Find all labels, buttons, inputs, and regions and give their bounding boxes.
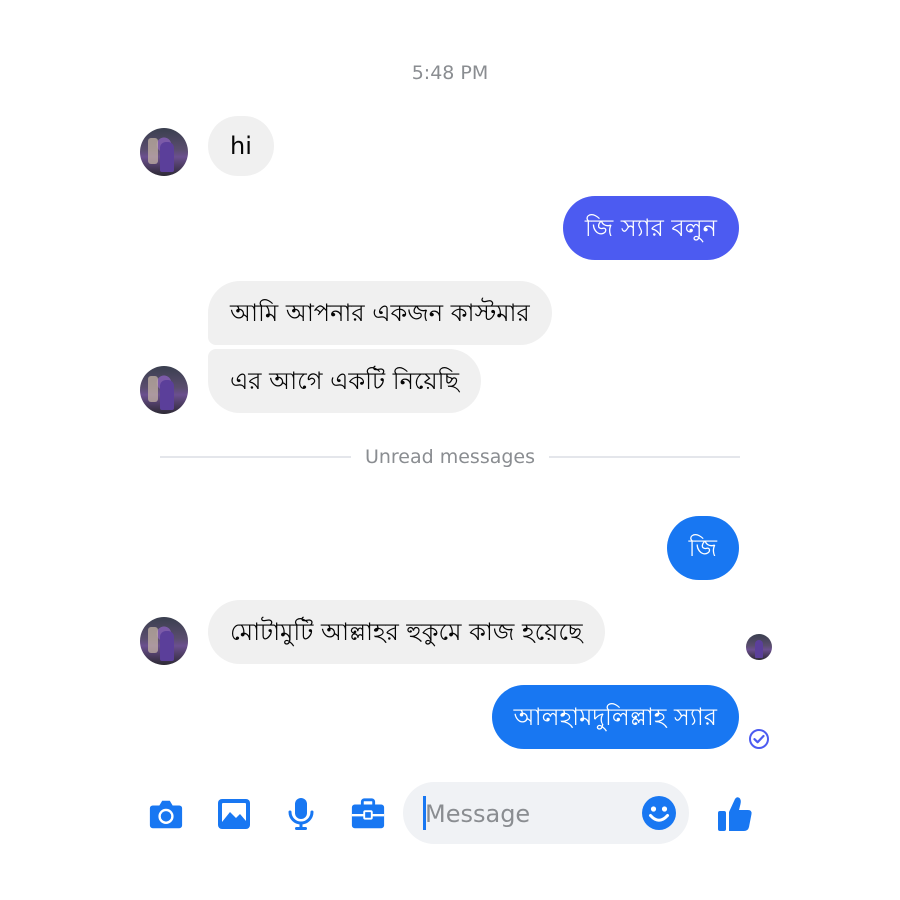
like-button[interactable] [715,794,755,834]
avatar[interactable] [140,128,188,176]
message-bubble-outgoing[interactable]: জি [666,516,739,580]
camera-button[interactable] [148,796,184,832]
chat-screen: 5:48 PM hi জি স্যার বলুন আমি আপনার একজন … [0,0,900,900]
camera-icon [149,800,183,829]
unread-divider: Unread messages [160,445,740,469]
message-bubble-incoming[interactable]: এর আগে একটি নিয়েছি [208,349,482,413]
message-input-container[interactable] [403,782,689,844]
message-input[interactable] [423,794,637,834]
read-receipt-avatar [746,634,772,660]
message-bubble-incoming[interactable]: আমি আপনার একজন কাস্টমার [208,281,552,345]
microphone-button[interactable] [283,796,319,832]
gallery-button[interactable] [216,796,252,832]
image-icon [218,799,250,829]
microphone-icon [288,798,314,830]
briefcase-icon [351,798,385,829]
avatar[interactable] [140,617,188,665]
timestamp: 5:48 PM [411,62,489,84]
message-bubble-incoming[interactable]: hi [208,116,274,176]
check-circle-icon [749,729,769,749]
avatar[interactable] [140,366,188,414]
message-bubble-outgoing[interactable]: জি স্যার বলুন [562,196,739,260]
more-tools-button[interactable] [350,796,386,832]
composer-bar [0,782,900,846]
unread-label: Unread messages [350,446,550,468]
smiley-icon[interactable] [641,795,677,831]
thumbs-up-icon [718,797,752,831]
message-bubble-incoming[interactable]: মোটামুটি আল্লাহর হুকুমে কাজ হয়েছে [208,600,605,664]
message-bubble-outgoing[interactable]: আলহামদুলিল্লাহ স্যার [491,685,739,749]
